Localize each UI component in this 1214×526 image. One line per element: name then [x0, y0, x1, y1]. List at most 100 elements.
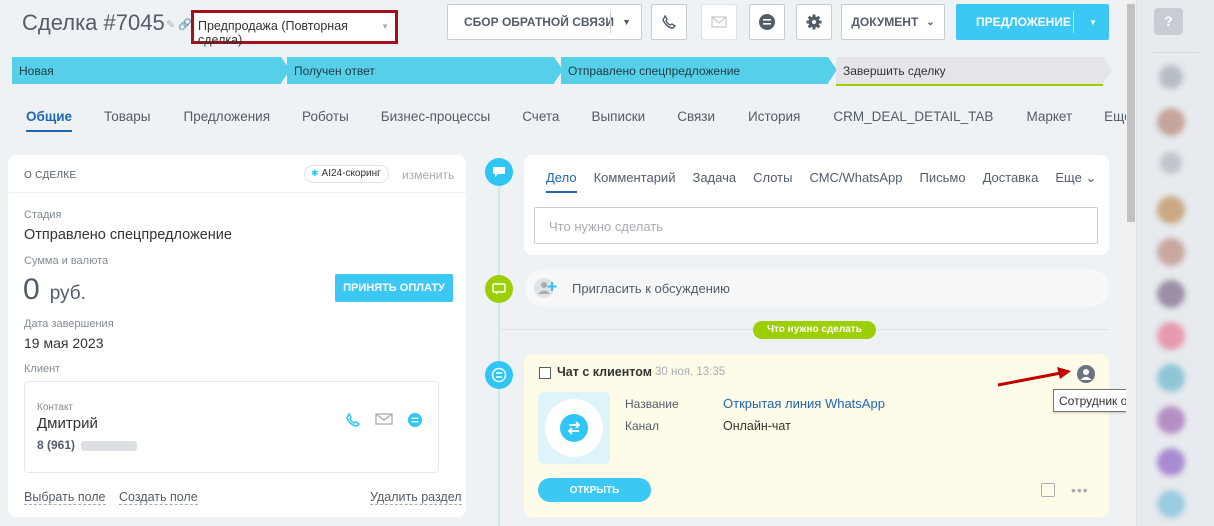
chevron-down-icon: ⌄ [926, 16, 935, 28]
more-icon[interactable]: ••• [1071, 482, 1089, 498]
tab-sms-whatsapp[interactable]: СМС/WhatsApp [809, 170, 902, 193]
tab-business-processes[interactable]: Бизнес-процессы [381, 109, 490, 132]
phone-icon[interactable] [345, 412, 361, 428]
sidebar-avatar[interactable] [1157, 280, 1185, 308]
comment-icon [493, 167, 505, 177]
stage-finish-deal[interactable]: Завершить сделку [836, 57, 1112, 84]
divider [8, 192, 466, 193]
sidebar-avatar[interactable] [1160, 152, 1182, 174]
sidebar-avatar[interactable] [1157, 448, 1185, 476]
document-button[interactable]: ДОКУМЕНТ ⌄ [841, 4, 945, 40]
open-line-link[interactable]: Открытая линия WhatsApp [723, 396, 885, 411]
tab-statements[interactable]: Выписки [591, 109, 645, 132]
create-field-link[interactable]: Создать поле [119, 490, 198, 505]
sidebar-avatar[interactable] [1157, 238, 1185, 266]
close-date-value[interactable]: 19 мая 2023 [24, 335, 104, 351]
right-sidebar: ? [1136, 0, 1214, 526]
tab-history[interactable]: История [748, 109, 800, 132]
sidebar-avatar[interactable] [1157, 490, 1185, 518]
sidebar-avatar[interactable] [1157, 108, 1185, 136]
timeline-activity-marker [485, 158, 513, 186]
chevron-down-icon: ⌄ [1085, 170, 1097, 185]
amount-value[interactable]: 0 руб. [23, 273, 86, 307]
tab-slots[interactable]: Слоты [753, 170, 792, 193]
amount-number: 0 [23, 273, 40, 306]
swap-arrows-icon [567, 421, 581, 435]
tab-general[interactable]: Общие [26, 109, 73, 132]
stage-value[interactable]: Отправлено спецпредложение [24, 227, 232, 243]
channel-label: Канал [625, 419, 659, 433]
feedback-label: СБОР ОБРАТНОЙ СВЯЗИ [464, 15, 615, 29]
contact-phone[interactable]: 8 (961) [37, 438, 138, 452]
chevron-down-icon[interactable]: ▼ [622, 17, 631, 27]
sidebar-avatar[interactable] [1157, 364, 1185, 392]
timeline-discussion-marker [485, 275, 513, 303]
link-icon[interactable]: 🔗 [178, 19, 192, 31]
delete-section-link[interactable]: Удалить раздел [370, 490, 462, 505]
ai-scoring-label: AI24-скоринг [321, 168, 381, 179]
sidebar-avatar[interactable] [1157, 406, 1185, 434]
chevron-down-icon: ▼ [381, 22, 389, 31]
close-date-label: Дата завершения [24, 318, 114, 330]
sidebar-avatar[interactable] [1157, 196, 1185, 224]
card-footer-links: Выбрать поле Создать поле [24, 490, 208, 505]
tab-crm-deal-detail[interactable]: CRM_DEAL_DETAIL_TAB [833, 109, 993, 132]
stage-reply-received[interactable]: Получен ответ [287, 57, 563, 84]
chat-icon[interactable] [407, 412, 423, 428]
invite-discussion-bar[interactable]: Пригласить к обсуждению [524, 269, 1109, 307]
stage-special-offer[interactable]: Отправлено спецпредложение [561, 57, 837, 84]
help-button[interactable]: ? [1154, 8, 1183, 35]
edit-pencil-icon[interactable]: ✎ [166, 19, 175, 31]
tab-invoices[interactable]: Счета [522, 109, 559, 132]
contact-label: Контакт [37, 402, 74, 413]
title-icons[interactable]: ✎ 🔗 [166, 18, 192, 31]
open-button[interactable]: ОТКРЫТЬ [538, 478, 651, 502]
tab-robots[interactable]: Роботы [302, 109, 349, 132]
tab-task[interactable]: Дело [546, 170, 577, 193]
annotation-arrow-icon [997, 367, 1071, 387]
scrollbar[interactable] [1126, 0, 1136, 526]
stage-new[interactable]: Новая [12, 57, 290, 84]
chat-logo-circle [545, 399, 603, 457]
scrollbar-thumb[interactable] [1127, 4, 1135, 222]
todo-section-badge: Что нужно сделать [753, 321, 876, 339]
divider [1153, 52, 1199, 53]
tab-market[interactable]: Маркет [1026, 109, 1072, 132]
chat-channel-logo [538, 392, 610, 464]
contact-card[interactable]: Контакт Дмитрий 8 (961) [24, 381, 439, 473]
offer-label: ПРЕДЛОЖЕНИЕ [976, 15, 1071, 29]
note-icon[interactable] [1041, 483, 1055, 497]
email-button[interactable] [701, 4, 737, 40]
sidebar-avatar[interactable] [1159, 65, 1183, 89]
responsible-user-icon[interactable] [1077, 365, 1095, 383]
tab-more[interactable]: Еще ⌄ [1055, 170, 1096, 193]
tab-offers[interactable]: Предложения [184, 109, 271, 132]
mail-icon[interactable] [375, 412, 393, 426]
pipeline-select[interactable]: Предпродажа (Повторная сделка) ▼ [191, 10, 398, 47]
accept-payment-button[interactable]: ПРИНЯТЬ ОПЛАТУ [335, 274, 453, 302]
timeline-line [498, 170, 500, 526]
select-field-link[interactable]: Выбрать поле [24, 490, 106, 505]
edit-link[interactable]: изменить [402, 168, 454, 182]
sidebar-avatar[interactable] [1157, 322, 1185, 350]
chat-button[interactable] [749, 4, 785, 40]
call-button[interactable] [651, 4, 687, 40]
contact-name[interactable]: Дмитрий [37, 415, 98, 432]
feedback-button[interactable]: СБОР ОБРАТНОЙ СВЯЗИ ▼ [447, 4, 642, 40]
tab-delivery[interactable]: Доставка [983, 170, 1039, 193]
tab-email[interactable]: Письмо [920, 170, 966, 193]
client-label: Клиент [24, 363, 61, 375]
ai-scoring-badge[interactable]: ✱ AI24-скоринг [304, 165, 389, 183]
tab-comment[interactable]: Комментарий [594, 170, 676, 193]
complete-checkbox[interactable] [539, 367, 551, 379]
todo-input[interactable]: Что нужно сделать [534, 207, 1098, 244]
chat-title[interactable]: Чат с клиентом [557, 365, 652, 379]
tab-products[interactable]: Товары [104, 109, 150, 132]
tab-todo[interactable]: Задача [692, 170, 736, 193]
name-label: Название [625, 397, 679, 411]
activity-editor: Дело Комментарий Задача Слоты СМС/WhatsA… [524, 155, 1109, 255]
tab-links[interactable]: Связи [677, 109, 715, 132]
offer-button[interactable]: ПРЕДЛОЖЕНИЕ ▼ [956, 4, 1109, 40]
chevron-down-icon[interactable]: ▼ [1089, 18, 1097, 27]
settings-button[interactable] [796, 4, 832, 40]
